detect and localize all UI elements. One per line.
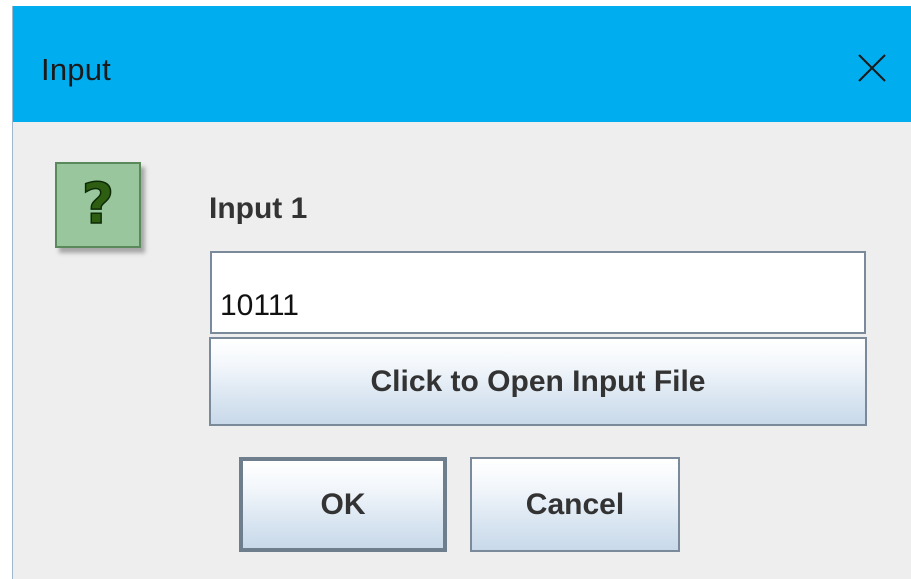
- close-icon: [858, 54, 886, 82]
- prompt-label: Input 1: [209, 192, 308, 225]
- dialog-content: ? Input 1 Click to Open Input File OK Ca…: [13, 122, 911, 579]
- input-field[interactable]: [210, 251, 866, 334]
- close-button[interactable]: [844, 40, 900, 96]
- ok-label: OK: [320, 487, 366, 521]
- cancel-button[interactable]: Cancel: [470, 457, 680, 552]
- ok-button[interactable]: OK: [239, 457, 447, 552]
- title-bar[interactable]: Input: [13, 6, 911, 122]
- window-title: Input: [41, 52, 111, 87]
- open-input-file-button[interactable]: Click to Open Input File: [209, 337, 867, 426]
- cancel-label: Cancel: [525, 487, 625, 521]
- open-input-file-label: Click to Open Input File: [370, 364, 706, 398]
- input-dialog-window: Input ? Input 1 Click to Open Input File…: [12, 6, 911, 579]
- question-icon: ?: [55, 162, 141, 248]
